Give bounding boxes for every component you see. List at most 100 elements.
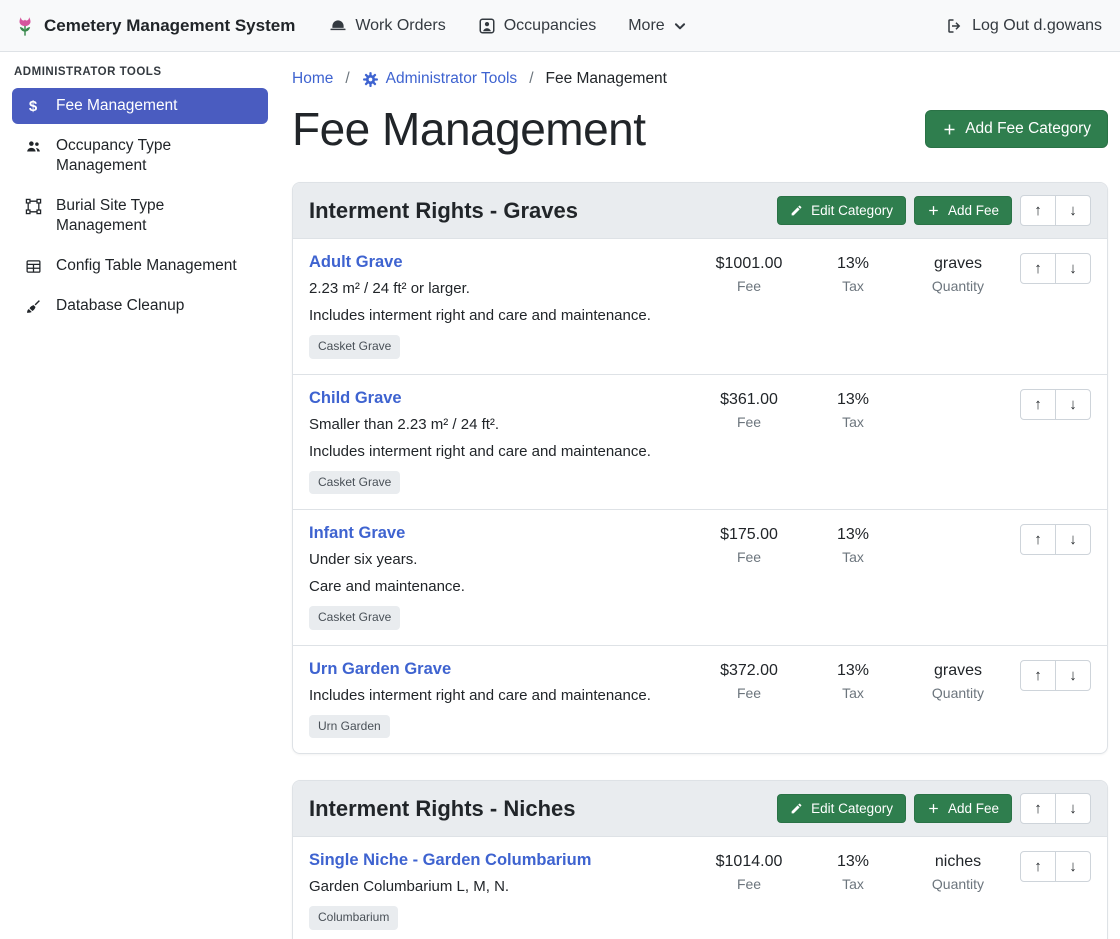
fee-name-link[interactable]: Infant Grave	[309, 524, 405, 543]
add-fee-button[interactable]: Add Fee	[914, 196, 1012, 225]
category-card-graves: Interment Rights - Graves Edit Category …	[292, 182, 1108, 754]
fee-amount-label: Fee	[695, 414, 803, 430]
sidebar-item-database-cleanup[interactable]: Database Cleanup	[12, 288, 268, 324]
quantity-column	[903, 389, 1013, 391]
tax-value: 13%	[803, 853, 903, 871]
category-header: Interment Rights - Graves Edit Category …	[293, 183, 1107, 239]
fee-type-badge: Urn Garden	[309, 715, 390, 739]
plus-icon	[927, 802, 940, 815]
edit-category-label: Edit Category	[811, 203, 893, 218]
move-fee-down-button[interactable]: ↓	[1055, 253, 1091, 284]
move-fee-up-button[interactable]: ↑	[1020, 851, 1056, 882]
quantity-column: graves Quantity	[903, 253, 1013, 294]
tax-column: 13% Tax	[803, 253, 903, 294]
breadcrumb-admin-tools-link[interactable]: Administrator Tools	[362, 70, 518, 88]
fee-amount-label: Fee	[695, 876, 803, 892]
fee-amount: $1001.00	[695, 255, 803, 273]
move-fee-down-button[interactable]: ↓	[1055, 524, 1091, 555]
category-header: Interment Rights - Niches Edit Category …	[293, 781, 1107, 837]
move-category-up-button[interactable]: ↑	[1020, 793, 1056, 824]
sidebar-item-fee-management[interactable]: $ Fee Management	[12, 88, 268, 124]
top-navbar: Cemetery Management System Work Orders O…	[0, 0, 1120, 52]
fee-type-badge: Casket Grave	[309, 335, 400, 359]
move-fee-down-button[interactable]: ↓	[1055, 389, 1091, 420]
quantity-column: niches Quantity	[903, 851, 1013, 892]
sidebar-item-label: Database Cleanup	[56, 296, 184, 316]
sidebar: ADMINISTRATOR TOOLS $ Fee Management Occ…	[0, 52, 280, 939]
logout-link[interactable]: Log Out d.gowans	[946, 17, 1102, 35]
plus-icon	[942, 122, 957, 137]
fee-row: Single Niche - Garden Columbarium Garden…	[293, 837, 1107, 939]
fee-amount-column: $175.00 Fee	[695, 524, 803, 565]
category-reorder-buttons: ↑ ↓	[1020, 195, 1091, 226]
hard-hat-icon	[329, 17, 347, 35]
quantity-label: Quantity	[903, 278, 1013, 294]
move-fee-up-button[interactable]: ↑	[1020, 660, 1056, 691]
gear-icon	[362, 71, 379, 88]
page-layout: ADMINISTRATOR TOOLS $ Fee Management Occ…	[0, 52, 1120, 939]
logout-label: Log Out d.gowans	[972, 17, 1102, 35]
move-category-up-button[interactable]: ↑	[1020, 195, 1056, 226]
fee-type-badge: Casket Grave	[309, 606, 400, 630]
fee-description: Includes interment right and care and ma…	[309, 441, 695, 462]
tax-column: 13% Tax	[803, 389, 903, 430]
sidebar-item-config-table-management[interactable]: Config Table Management	[12, 248, 268, 284]
sidebar-item-label: Config Table Management	[56, 256, 237, 276]
quantity-value: graves	[903, 255, 1013, 273]
fee-name-link[interactable]: Urn Garden Grave	[309, 660, 451, 679]
tax-label: Tax	[803, 685, 903, 701]
add-fee-label: Add Fee	[948, 801, 999, 816]
main-content: Home / Administrator Tools / Fee Managem…	[280, 52, 1120, 939]
move-fee-up-button[interactable]: ↑	[1020, 253, 1056, 284]
fee-reorder-buttons: ↑ ↓	[1013, 851, 1091, 882]
sidebar-item-burial-site-type-management[interactable]: Burial Site Type Management	[12, 188, 268, 244]
chevron-down-icon	[673, 19, 687, 33]
page-title: Fee Management	[292, 102, 646, 156]
fee-info: Urn Garden Grave Includes interment righ…	[309, 660, 695, 739]
tax-column: 13% Tax	[803, 524, 903, 565]
tax-label: Tax	[803, 876, 903, 892]
pencil-icon	[790, 204, 803, 217]
fee-row: Child Grave Smaller than 2.23 m² / 24 ft…	[293, 375, 1107, 511]
edit-category-button[interactable]: Edit Category	[777, 196, 906, 225]
nav-occupancies[interactable]: Occupancies	[478, 17, 597, 35]
move-fee-down-button[interactable]: ↓	[1055, 851, 1091, 882]
tulip-logo-icon	[14, 15, 36, 37]
nav-more[interactable]: More	[628, 17, 686, 35]
move-category-down-button[interactable]: ↓	[1055, 195, 1091, 226]
fee-type-badge: Casket Grave	[309, 471, 400, 495]
fee-info: Child Grave Smaller than 2.23 m² / 24 ft…	[309, 389, 695, 495]
sidebar-section-title: ADMINISTRATOR TOOLS	[12, 66, 268, 88]
edit-category-button[interactable]: Edit Category	[777, 794, 906, 823]
fee-reorder-buttons: ↑ ↓	[1013, 253, 1091, 284]
navbar-left: Cemetery Management System Work Orders O…	[14, 15, 687, 37]
nav-work-orders[interactable]: Work Orders	[329, 17, 445, 35]
fee-amount-label: Fee	[695, 549, 803, 565]
fee-name-link[interactable]: Adult Grave	[309, 253, 403, 272]
fee-name-link[interactable]: Child Grave	[309, 389, 402, 408]
fee-amount: $175.00	[695, 526, 803, 544]
fee-name-link[interactable]: Single Niche - Garden Columbarium	[309, 851, 591, 870]
nav-occupancies-label: Occupancies	[504, 17, 597, 35]
tax-column: 13% Tax	[803, 851, 903, 892]
breadcrumb-home-link[interactable]: Home	[292, 70, 333, 88]
fee-description: 2.23 m² / 24 ft² or larger.	[309, 278, 695, 299]
primary-nav: Work Orders Occupancies More	[329, 17, 686, 35]
sidebar-item-occupancy-type-management[interactable]: Occupancy Type Management	[12, 128, 268, 184]
fee-type-badge: Columbarium	[309, 906, 398, 930]
add-fee-button[interactable]: Add Fee	[914, 794, 1012, 823]
plus-icon	[927, 204, 940, 217]
tax-value: 13%	[803, 255, 903, 273]
fee-amount-label: Fee	[695, 685, 803, 701]
move-fee-up-button[interactable]: ↑	[1020, 389, 1056, 420]
dollar-icon: $	[24, 98, 42, 115]
pencil-icon	[790, 802, 803, 815]
category-actions: Edit Category Add Fee ↑ ↓	[777, 793, 1091, 824]
fee-info: Adult Grave 2.23 m² / 24 ft² or larger. …	[309, 253, 695, 359]
move-category-down-button[interactable]: ↓	[1055, 793, 1091, 824]
table-icon	[24, 258, 42, 275]
move-fee-up-button[interactable]: ↑	[1020, 524, 1056, 555]
add-fee-category-button[interactable]: Add Fee Category	[925, 110, 1108, 148]
tax-label: Tax	[803, 278, 903, 294]
move-fee-down-button[interactable]: ↓	[1055, 660, 1091, 691]
